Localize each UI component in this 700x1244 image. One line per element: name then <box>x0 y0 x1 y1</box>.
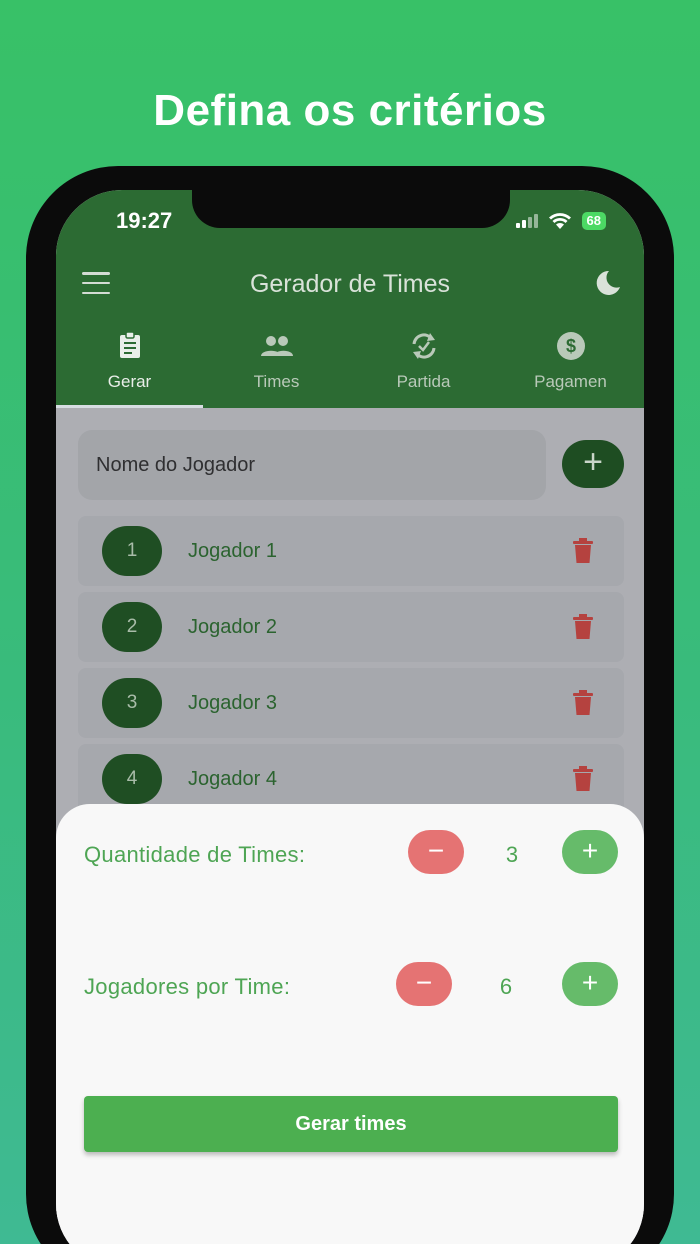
player-name: Jogador 3 <box>188 692 277 714</box>
generate-teams-button[interactable]: Gerar times <box>84 1096 618 1152</box>
tab-bar: Gerar Times Partida $ Pagamen <box>56 330 644 408</box>
list-item[interactable]: 3 Jogador 3 <box>78 668 624 738</box>
decrease-players-button[interactable]: − <box>396 962 452 1006</box>
tab-label: Pagamen <box>534 372 607 391</box>
increase-teams-button[interactable]: + <box>562 830 618 874</box>
player-list: 1 Jogador 1 2 Jogador 2 3 Jogador 3 4 Jo… <box>78 516 624 820</box>
players-count: 6 <box>499 974 513 999</box>
sync-icon <box>412 333 435 359</box>
wifi-icon <box>548 213 571 229</box>
player-number-badge: 3 <box>102 678 162 728</box>
status-time: 19:27 <box>116 208 173 233</box>
headline: Defina os critérios <box>153 86 547 135</box>
trash-icon[interactable] <box>572 614 594 640</box>
trash-icon[interactable] <box>572 538 594 564</box>
tab-partida[interactable]: Partida <box>350 330 497 408</box>
add-player-button[interactable]: + <box>562 440 624 488</box>
player-name: Jogador 2 <box>188 616 277 638</box>
tab-times[interactable]: Times <box>203 330 350 408</box>
app-title: Gerador de Times <box>249 270 451 298</box>
player-number-badge: 1 <box>102 526 162 576</box>
toolbar: Gerador de Times <box>56 260 644 310</box>
status-icons: 68 <box>515 212 606 230</box>
trash-icon[interactable] <box>572 766 594 792</box>
notch <box>192 190 510 228</box>
list-item[interactable]: 1 Jogador 1 <box>78 516 624 586</box>
phone-frame: 19:27 68 Gerador de Times Gerar Times Pa… <box>26 166 674 1244</box>
trash-icon[interactable] <box>572 690 594 716</box>
clipboard-icon <box>119 331 140 358</box>
group-icon <box>260 336 293 356</box>
player-name-input[interactable] <box>78 430 546 500</box>
decrease-teams-button[interactable]: − <box>408 830 464 874</box>
tab-pagamentos[interactable]: $ Pagamen <box>497 330 644 408</box>
list-item[interactable]: 2 Jogador 2 <box>78 592 624 662</box>
tab-gerar[interactable]: Gerar <box>56 330 203 408</box>
app-screen: 19:27 68 Gerador de Times Gerar Times Pa… <box>56 190 644 1244</box>
signal-icon <box>515 214 538 228</box>
dollar-icon: $ <box>556 332 585 360</box>
svg-text:$: $ <box>565 336 575 356</box>
tab-label: Gerar <box>107 372 152 391</box>
moon-icon[interactable] <box>590 266 624 300</box>
players-per-team-label: Jogadores por Time: <box>84 974 291 999</box>
tab-label: Times <box>253 372 300 391</box>
criteria-bottom-sheet: Quantidade de Times: − 3 + Jogadores por… <box>56 804 644 1244</box>
tab-label: Partida <box>396 372 451 391</box>
battery-indicator: 68 <box>581 212 606 230</box>
teams-quantity-label: Quantidade de Times: <box>84 842 306 867</box>
increase-players-button[interactable]: + <box>562 962 618 1006</box>
teams-count: 3 <box>505 842 519 867</box>
player-name: Jogador 1 <box>188 540 277 562</box>
player-name: Jogador 4 <box>188 768 277 790</box>
player-number-badge: 2 <box>102 602 162 652</box>
player-number-badge: 4 <box>102 754 162 804</box>
